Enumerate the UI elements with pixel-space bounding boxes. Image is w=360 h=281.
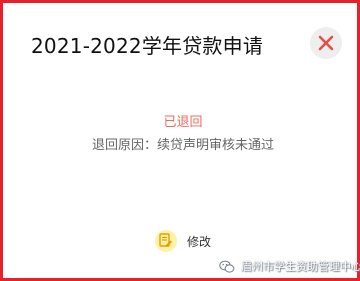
dialog-title: 2021-2022学年贷款申请 [31, 34, 264, 58]
edit-button[interactable]: 修改 [155, 229, 211, 253]
edit-document-icon [155, 230, 177, 252]
close-button[interactable] [310, 27, 342, 59]
application-dialog: 2021-2022学年贷款申请 已退回 退回原因：续贷声明审核未通过 修改 眉州… [0, 0, 360, 281]
return-reason-text: 退回原因：续贷声明审核未通过 [91, 138, 274, 153]
source-watermark: 眉州市学生资助管理中心 [219, 256, 360, 276]
watermark-text: 眉州市学生资助管理中心 [241, 260, 360, 273]
edit-label: 修改 [187, 234, 212, 249]
wechat-icon [219, 259, 235, 273]
close-icon [318, 35, 334, 51]
status-text: 已退回 [163, 115, 203, 130]
